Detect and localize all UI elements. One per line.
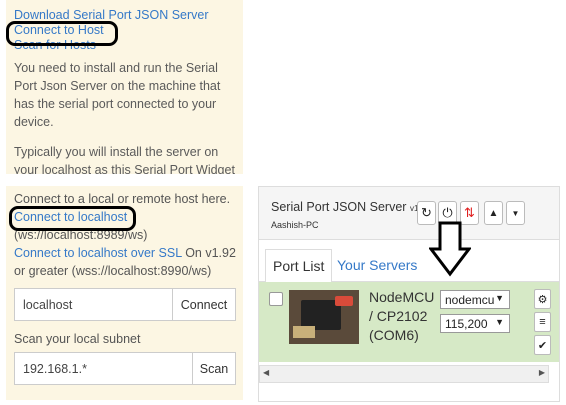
gear-icon[interactable]: ⚙ bbox=[534, 289, 551, 309]
localhost-instructions: Typically you will install the server on… bbox=[14, 145, 235, 174]
host-input[interactable]: localhost bbox=[14, 288, 173, 321]
buffer-value: nodemcu bbox=[445, 292, 495, 307]
tab-your-servers[interactable]: Your Servers bbox=[337, 249, 417, 281]
check-icon[interactable]: ✔ bbox=[534, 335, 551, 355]
chevron-down-icon[interactable]: ▼ bbox=[506, 201, 525, 225]
horizontal-scrollbar[interactable]: ◀ ▶ bbox=[259, 365, 549, 383]
device-row: NodeMCU / CP2102 (COM6) nodemcu ▼ 115,20… bbox=[259, 282, 559, 362]
host-input-group: localhost Connect bbox=[14, 288, 236, 321]
spjs-widget: Serial Port JSON Server v1.95 Aashish-PC… bbox=[258, 186, 560, 402]
device-thumbnail bbox=[289, 290, 359, 344]
tab-port-list[interactable]: Port List bbox=[265, 249, 333, 283]
baud-value: 115,200 bbox=[445, 316, 488, 331]
widget-header: Serial Port JSON Server v1.95 Aashish-PC… bbox=[259, 187, 559, 240]
highlight-oval bbox=[9, 206, 136, 231]
device-name: NodeMCU / CP2102 (COM6) bbox=[369, 289, 435, 343]
chevron-up-icon[interactable]: ▲ bbox=[484, 201, 503, 225]
subnet-label: Scan your local subnet bbox=[14, 332, 141, 346]
connect-ssl-link[interactable]: Connect to localhost over SSL bbox=[14, 246, 182, 260]
scroll-right-icon[interactable]: ▶ bbox=[539, 368, 545, 377]
device-checkbox[interactable] bbox=[269, 292, 283, 306]
caret-icon: ▼ bbox=[495, 317, 504, 327]
scroll-left-icon[interactable]: ◀ bbox=[263, 368, 269, 377]
highlight-oval bbox=[6, 21, 118, 46]
widget-title: Serial Port JSON Server bbox=[271, 200, 407, 214]
scan-button[interactable]: Scan bbox=[193, 352, 236, 385]
subnet-input-group: 192.168.1.* Scan bbox=[14, 352, 236, 385]
console-icon[interactable]: ≡ bbox=[534, 312, 551, 332]
widget-tabs: Port List Your Servers bbox=[259, 249, 559, 283]
install-instructions: You need to install and run the Serial P… bbox=[14, 61, 221, 129]
caret-icon: ▼ bbox=[495, 293, 504, 303]
buffer-select[interactable]: nodemcu ▼ bbox=[440, 290, 510, 309]
subnet-input[interactable]: 192.168.1.* bbox=[14, 352, 193, 385]
host-name: Aashish-PC bbox=[271, 220, 319, 230]
baud-select[interactable]: 115,200 ▼ bbox=[440, 314, 510, 333]
connect-button[interactable]: Connect bbox=[173, 288, 236, 321]
